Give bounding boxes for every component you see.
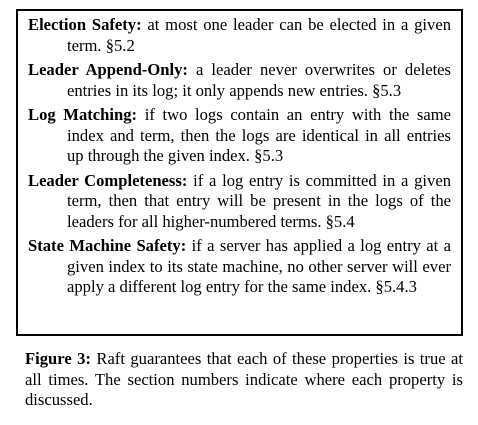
property-term: Leader Completeness: [28, 170, 188, 190]
property-leader-append-only: Leader Append-Only: a leader never overw… [28, 60, 451, 101]
property-term: State Machine Safety: [28, 236, 187, 255]
caption-label: Figure 3: [25, 349, 91, 368]
caption-text: Raft guarantees that each of these prope… [25, 349, 463, 409]
property-log-matching: Log Matching: if two logs contain an ent… [28, 105, 451, 167]
property-term: Election Safety: [28, 15, 142, 34]
properties-box: Election Safety: at most one leader can … [16, 9, 463, 336]
property-term: Leader Append-Only: [28, 60, 188, 79]
property-state-machine-safety: State Machine Safety: if a server has ap… [28, 236, 451, 298]
property-term: Log Matching: [28, 105, 138, 124]
property-leader-completeness: Leader Completeness: if a log entry is c… [28, 171, 451, 233]
property-election-safety: Election Safety: at most one leader can … [28, 15, 451, 56]
figure-caption: Figure 3: Raft guarantees that each of t… [25, 349, 463, 411]
